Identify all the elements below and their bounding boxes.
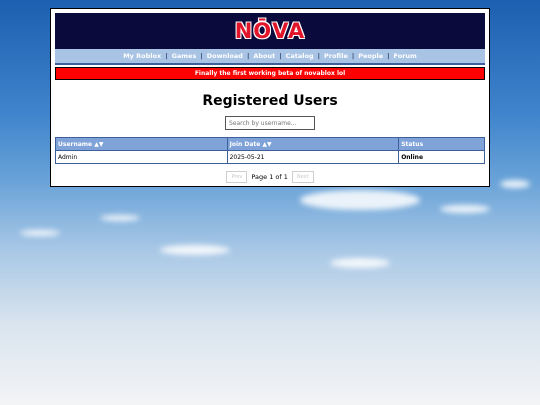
cloud [330, 258, 390, 268]
cloud [100, 215, 140, 221]
status-badge: Online [398, 150, 485, 164]
main-panel: NŌVA My Roblox | Games | Download | Abou… [50, 8, 490, 187]
column-header-username[interactable]: Username ▲▼ [55, 137, 228, 151]
next-button[interactable]: Next [291, 171, 314, 183]
table-header-row: Username ▲▼ Join Date ▲▼ Status [55, 137, 485, 151]
cell-username[interactable]: Admin [55, 150, 228, 164]
nav-item-forum[interactable]: Forum [390, 52, 421, 60]
nav-item-catalog[interactable]: Catalog [282, 52, 318, 60]
page-indicator: Page 1 of 1 [251, 173, 288, 181]
nav-item-people[interactable]: People [354, 52, 387, 60]
column-header-join-date[interactable]: Join Date ▲▼ [226, 137, 400, 151]
banner-text: Finally the first working beta of novabl… [194, 70, 346, 77]
nav-item-my-roblox[interactable]: My Roblox [119, 52, 165, 60]
table-row: Admin 2025-05-21 Online [55, 150, 485, 164]
cloud [440, 205, 490, 213]
users-table: Username ▲▼ Join Date ▲▼ Status Admin 20… [55, 137, 485, 164]
nav-item-about[interactable]: About [249, 52, 279, 60]
pagination: Prev Page 1 of 1 Next [51, 171, 489, 183]
cloud [160, 245, 230, 255]
nav-item-games[interactable]: Games [168, 52, 201, 60]
site-logo[interactable]: NŌVA [235, 19, 306, 43]
header-bar: NŌVA [55, 13, 485, 49]
column-header-status: Status [398, 137, 485, 151]
nav-item-profile[interactable]: Profile [320, 52, 352, 60]
cloud [300, 190, 420, 210]
cell-join-date: 2025-05-21 [226, 150, 400, 164]
cloud [500, 180, 530, 188]
nav-item-download[interactable]: Download [203, 52, 247, 60]
page-title: Registered Users [202, 93, 338, 109]
announcement-banner: Finally the first working beta of novabl… [55, 67, 485, 80]
nav-bar: My Roblox | Games | Download | About | C… [55, 49, 485, 65]
search-input[interactable] [225, 116, 315, 130]
cloud [20, 230, 60, 236]
prev-button[interactable]: Prev [226, 171, 248, 183]
